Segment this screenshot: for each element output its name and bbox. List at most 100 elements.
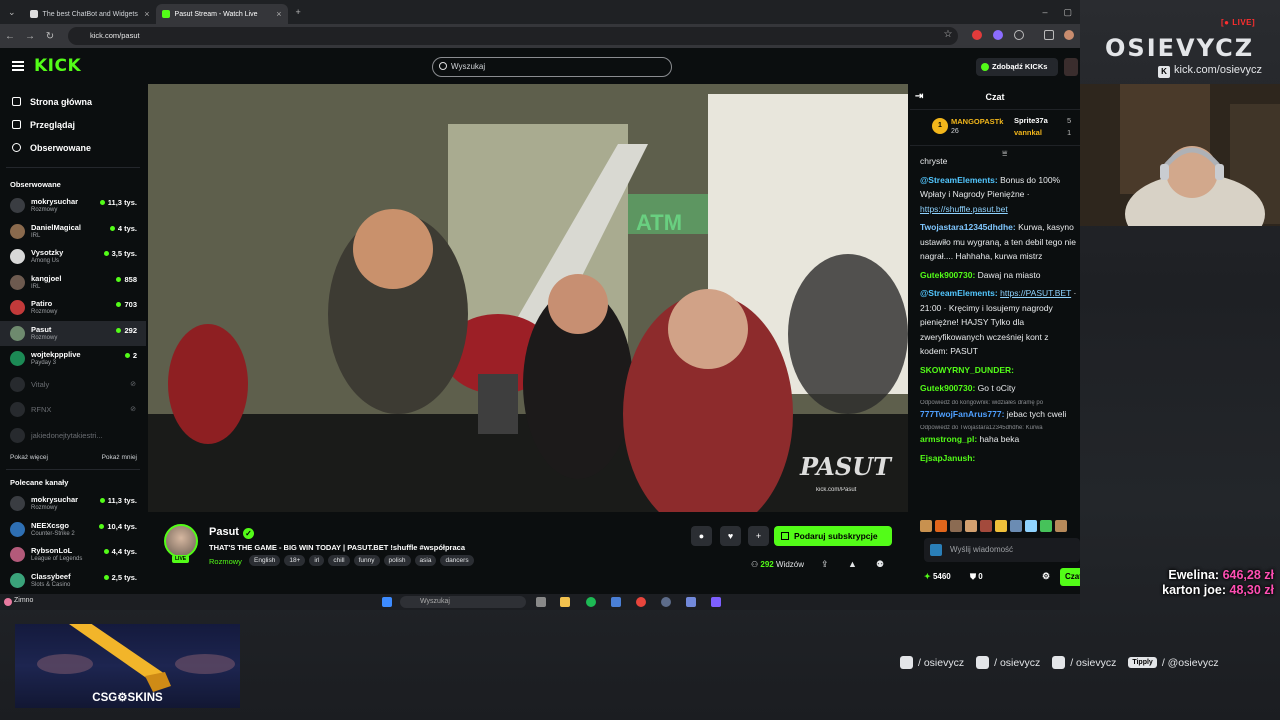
taskbar-search[interactable]: Wyszukaj <box>400 596 526 608</box>
tab-chatbot[interactable]: The best ChatBot and Widgets × <box>24 4 156 24</box>
url-input[interactable]: kick.com/pasut <box>68 27 958 45</box>
back-icon[interactable]: ← <box>0 31 20 42</box>
emote-icon[interactable] <box>965 520 977 532</box>
spotify-icon[interactable] <box>586 597 596 607</box>
user-avatar[interactable] <box>1064 58 1078 76</box>
kicks-balance[interactable]: ✦ 5460 <box>924 572 951 581</box>
send-chat-button[interactable]: Czat <box>1060 568 1080 586</box>
chat-link[interactable]: https://PASUT.BET <box>1000 288 1071 298</box>
emote-icon[interactable] <box>1025 520 1037 532</box>
tag[interactable]: 18+ <box>284 555 306 566</box>
emote-icon[interactable] <box>935 520 947 532</box>
emote-icon[interactable] <box>1040 520 1052 532</box>
tag[interactable]: English <box>249 555 281 566</box>
share-icon[interactable]: ⇪ <box>821 559 829 570</box>
recommended-channel[interactable]: mokrysuchar Rozmowy 11,3 tys. <box>0 491 146 517</box>
close-icon[interactable]: × <box>144 9 149 19</box>
followed-channel-selected[interactable]: Pasut Rozmowy 292 <box>0 320 146 346</box>
store-icon[interactable] <box>611 597 621 607</box>
gear-icon[interactable]: ⚙ <box>1042 571 1050 582</box>
followed-channel[interactable]: Patiro Rozmowy 703 <box>0 295 146 321</box>
tab-menu-icon[interactable]: ⌄ <box>8 7 16 18</box>
forward-icon[interactable]: → <box>20 31 40 42</box>
leader-name[interactable]: Sprite37a <box>1014 116 1048 125</box>
followed-channel[interactable]: mokrysuchar Rozmowy 11,3 tys. <box>0 193 146 219</box>
emote-icon[interactable] <box>995 520 1007 532</box>
search-input[interactable]: Wyszukaj <box>432 57 672 77</box>
stream-category[interactable]: Rozmowy <box>209 557 242 566</box>
recommended-channel[interactable]: RybsonLoL League of Legends 4,4 tys. <box>0 542 146 568</box>
profile-avatar[interactable] <box>1064 30 1074 40</box>
chat-username[interactable]: EjsapJanush: <box>920 453 975 463</box>
emote-icon[interactable] <box>980 520 992 532</box>
minimize-icon[interactable]: – <box>1042 7 1047 17</box>
maximize-icon[interactable]: ▢ <box>1063 7 1072 18</box>
chat-username[interactable]: 777TwojFanArus777: <box>920 409 1004 419</box>
discord-icon[interactable] <box>686 597 696 607</box>
nav-home[interactable]: Strona główna <box>0 90 146 113</box>
tag[interactable]: dancers <box>440 555 474 566</box>
tag[interactable]: chill <box>328 555 350 566</box>
streamer-avatar[interactable] <box>164 524 198 558</box>
emote-icon[interactable] <box>1055 520 1067 532</box>
followed-channel[interactable]: wojtekppplive Payday 3 2 <box>0 346 146 372</box>
sidepanel-icon[interactable] <box>1044 30 1054 40</box>
emote-icon[interactable] <box>1010 520 1022 532</box>
more-actions-button[interactable]: + <box>748 526 769 546</box>
gift-subs-button[interactable]: Podaruj subskrypcje <box>774 526 892 546</box>
followed-channel[interactable]: Vysotzky Among Us 3,5 tys. <box>0 244 146 270</box>
reload-icon[interactable]: ↻ <box>40 31 60 42</box>
report-icon[interactable]: ▲ <box>848 559 857 569</box>
followed-channel[interactable]: kangjoel IRL 858 <box>0 270 146 296</box>
get-kicks-button[interactable]: Zdobądź KICKs <box>976 58 1058 76</box>
chat-username[interactable]: SKOWYRNY_DUNDER: <box>920 365 1014 375</box>
emote-picker-icon[interactable] <box>930 544 942 556</box>
emote-icon[interactable] <box>950 520 962 532</box>
offline-channel[interactable]: RFNX ⊘ <box>0 397 146 423</box>
chrome-icon[interactable] <box>636 597 646 607</box>
nav-following[interactable]: Obserwowane <box>0 136 146 159</box>
task-view-icon[interactable] <box>536 597 546 607</box>
emote-icon[interactable] <box>920 520 932 532</box>
chat-username[interactable]: Gutek900730: <box>920 383 975 393</box>
star-icon[interactable]: ☆ <box>938 29 958 40</box>
followed-channel[interactable]: DanielMagical IRL 4 tys. <box>0 219 146 245</box>
tag[interactable]: funny <box>353 555 380 566</box>
close-icon[interactable]: × <box>276 9 281 19</box>
tag[interactable]: asia <box>414 555 437 566</box>
app-icon[interactable] <box>711 597 721 607</box>
offline-channel[interactable]: Vitaly ⊘ <box>0 372 146 398</box>
new-tab-icon[interactable]: + <box>296 7 301 17</box>
recommended-channel[interactable]: NEEXcsgo Counter-Strike 2 10,4 tys. <box>0 517 146 543</box>
file-explorer-icon[interactable] <box>560 597 570 607</box>
show-more-link[interactable]: Pokaż więcej <box>10 454 48 461</box>
chat-username[interactable]: Twojastara12345dhdhe: <box>920 222 1016 232</box>
chat-username[interactable]: @StreamElements: <box>920 175 998 185</box>
leader-name[interactable]: vannkal <box>1014 128 1042 137</box>
badge-count[interactable]: ⛊ 0 <box>970 572 983 582</box>
offline-channel[interactable]: jakiedonejtytakiestri... <box>0 423 146 449</box>
video-player[interactable]: PASUT kick.com/Pasut ATM <box>148 84 908 512</box>
chat-username[interactable]: @StreamElements: <box>920 288 998 298</box>
extensions-icon[interactable] <box>1014 30 1024 40</box>
tag[interactable]: polish <box>383 555 411 566</box>
chat-input[interactable]: Wyślij wiadomość <box>924 538 1080 562</box>
kick-logo[interactable]: KICK <box>34 56 81 76</box>
leader-name[interactable]: MANGOPASTk <box>951 117 1003 126</box>
chat-username[interactable]: Gutek900730: <box>920 270 975 280</box>
collapse-chat-icon[interactable]: ⇥ <box>915 84 923 110</box>
tab-pasut[interactable]: Pasut Stream - Watch Live × <box>155 4 288 24</box>
obs-icon[interactable] <box>661 597 671 607</box>
windows-start-icon[interactable] <box>382 597 392 607</box>
streamer-name[interactable]: Pasut ✓ <box>209 526 254 539</box>
show-less-link[interactable]: Pokaż mniej <box>102 454 137 461</box>
follow-heart-button[interactable]: ♥ <box>720 526 741 546</box>
notification-bell-button[interactable]: ● <box>691 526 712 546</box>
add-user-icon[interactable]: ⚉ <box>876 559 884 570</box>
menu-icon[interactable] <box>12 61 24 71</box>
nav-browse[interactable]: Przeglądaj <box>0 113 146 136</box>
tag[interactable]: irl <box>309 555 325 566</box>
chat-username[interactable]: armstrong_pl: <box>920 434 977 444</box>
chat-link[interactable]: https://shuffle.pasut.bet <box>920 204 1008 214</box>
recommended-channel[interactable]: Classybeef Slots & Casino 2,5 tys. <box>0 568 146 594</box>
